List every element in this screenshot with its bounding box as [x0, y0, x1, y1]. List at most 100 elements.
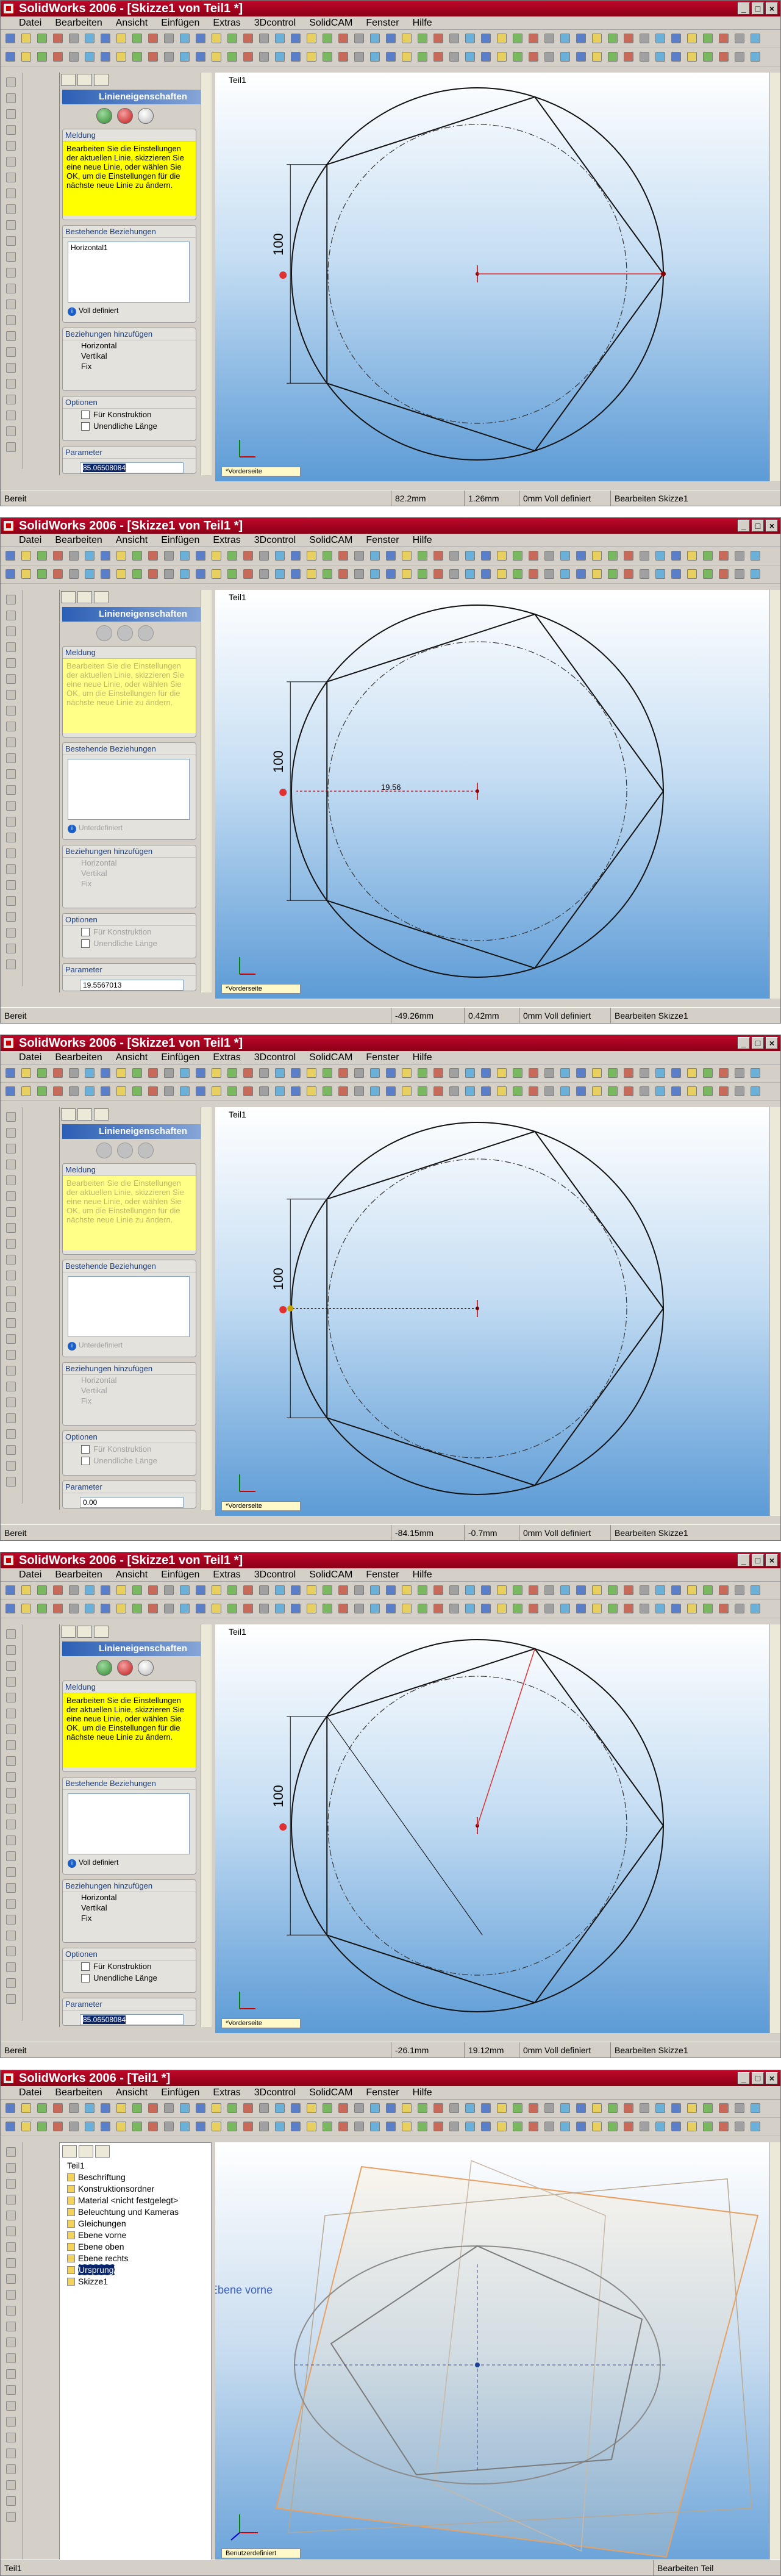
toolbar-tool-icon[interactable]: [624, 34, 633, 43]
toolbar-tool-icon[interactable]: [735, 569, 744, 579]
toolbar-tool-icon[interactable]: [433, 1585, 443, 1595]
relations-list[interactable]: Horizontal1: [68, 242, 190, 303]
toolbar-tool-icon[interactable]: [85, 1068, 95, 1078]
toolbar-tool-icon[interactable]: [180, 2122, 190, 2131]
toolbar-tool-icon[interactable]: [703, 569, 713, 579]
toolbar-tool-icon[interactable]: [259, 551, 269, 561]
toolbar-tool-icon[interactable]: [196, 1585, 205, 1595]
toolbar-tool-icon[interactable]: [259, 1604, 269, 1613]
view-tab[interactable]: Benutzerdefiniert: [221, 2549, 301, 2558]
sketch-tool-icon[interactable]: [6, 1915, 16, 1925]
toolbar-tool-icon[interactable]: [212, 2122, 221, 2131]
sketch-tool-icon[interactable]: [6, 1788, 16, 1798]
toolbar-tool-icon[interactable]: [85, 34, 95, 43]
toolbar-tool-icon[interactable]: [275, 1604, 285, 1613]
graphics-area[interactable]: Teil1 100 *Vorderseite: [215, 1624, 770, 2033]
sketch-tool-icon[interactable]: [6, 426, 16, 436]
toolbar-tool-icon[interactable]: [101, 551, 110, 561]
toolbar-tool-icon[interactable]: [21, 1585, 31, 1595]
sketch-tool-icon[interactable]: [6, 706, 16, 716]
toolbar-tool-icon[interactable]: [544, 2122, 554, 2131]
section-hinzufuegen-header[interactable]: Beziehungen hinzufügen: [63, 1880, 196, 1892]
toolbar-tool-icon[interactable]: [671, 551, 681, 561]
toolbar-tool-icon[interactable]: [719, 1086, 729, 1096]
toolbar-tool-icon[interactable]: [751, 1604, 760, 1613]
toolbar-tool-icon[interactable]: [180, 2103, 190, 2113]
toolbar-tool-icon[interactable]: [338, 1604, 348, 1613]
toolbar-tool-icon[interactable]: [386, 1086, 396, 1096]
sketch-tool-icon[interactable]: [6, 801, 16, 811]
toolbar-tool-icon[interactable]: [497, 1086, 507, 1096]
tab-configuration-manager[interactable]: [94, 74, 109, 86]
toolbar-tool-icon[interactable]: [291, 1604, 301, 1613]
menu-item-8[interactable]: Hilfe: [413, 18, 432, 29]
toolbar-tool-icon[interactable]: [719, 1585, 729, 1595]
toolbar-tool-icon[interactable]: [735, 1068, 744, 1078]
toolbar-tool-icon[interactable]: [291, 2122, 301, 2131]
toolbar-tool-icon[interactable]: [243, 551, 253, 561]
toolbar-tool-icon[interactable]: [243, 1068, 253, 1078]
toolbar-tool-icon[interactable]: [576, 2103, 586, 2113]
menu-item-3[interactable]: Einfügen: [161, 18, 199, 29]
close-button[interactable]: ×: [766, 2072, 778, 2084]
toolbar-tool-icon[interactable]: [338, 2103, 348, 2113]
toolbar-tool-icon[interactable]: [243, 2103, 253, 2113]
toolbar-tool-icon[interactable]: [529, 2122, 538, 2131]
toolbar-tool-icon[interactable]: [101, 52, 110, 62]
toolbar-tool-icon[interactable]: [402, 1585, 412, 1595]
section-hinzufuegen-header[interactable]: Beziehungen hinzufügen: [63, 845, 196, 858]
toolbar-tool-icon[interactable]: [386, 1604, 396, 1613]
sketch-tool-icon[interactable]: [6, 2258, 16, 2268]
menu-item-8[interactable]: Hilfe: [413, 1570, 432, 1580]
toolbar-tool-icon[interactable]: [560, 569, 570, 579]
toolbar-tool-icon[interactable]: [164, 1604, 174, 1613]
toolbar-tool-icon[interactable]: [624, 1068, 633, 1078]
toolbar-tool-icon[interactable]: [576, 1585, 586, 1595]
add-fix[interactable]: Fix: [63, 1396, 196, 1406]
toolbar-tool-icon[interactable]: [291, 52, 301, 62]
toolbar-tool-icon[interactable]: [449, 551, 459, 561]
toolbar-tool-icon[interactable]: [370, 1585, 380, 1595]
toolbar-tool-icon[interactable]: [291, 551, 301, 561]
toolbar-tool-icon[interactable]: [227, 52, 237, 62]
toolbar-tool-icon[interactable]: [164, 551, 174, 561]
origin-point[interactable]: [475, 2363, 480, 2367]
tree-item[interactable]: Beleuchtung und Kameras: [60, 2206, 211, 2218]
toolbar-tool-icon[interactable]: [164, 2103, 174, 2113]
add-vertical[interactable]: Vertikal: [63, 1385, 196, 1396]
toolbar-tool-icon[interactable]: [544, 551, 554, 561]
toolbar-tool-icon[interactable]: [402, 2122, 412, 2131]
toolbar-tool-icon[interactable]: [148, 1068, 158, 1078]
toolbar-tool-icon[interactable]: [386, 551, 396, 561]
section-meldung-header[interactable]: Meldung: [63, 647, 196, 659]
toolbar-tool-icon[interactable]: [116, 1068, 126, 1078]
toolbar-tool-icon[interactable]: [69, 1068, 79, 1078]
toolbar-tool-icon[interactable]: [608, 52, 618, 62]
toolbar-tool-icon[interactable]: [433, 569, 443, 579]
sketch-tool-icon[interactable]: [6, 1477, 16, 1487]
toolbar-tool-icon[interactable]: [85, 569, 95, 579]
tree-item[interactable]: Ebene rechts: [60, 2253, 211, 2264]
toolbar-tool-icon[interactable]: [544, 569, 554, 579]
toolbar-tool-icon[interactable]: [671, 34, 681, 43]
toolbar-tool-icon[interactable]: [212, 52, 221, 62]
toolbar-tool-icon[interactable]: [481, 2122, 491, 2131]
toolbar-tool-icon[interactable]: [116, 2122, 126, 2131]
toolbar-tool-icon[interactable]: [85, 1604, 95, 1613]
toolbar-tool-icon[interactable]: [402, 34, 412, 43]
add-fix[interactable]: Fix: [63, 878, 196, 889]
toolbar-tool-icon[interactable]: [338, 1086, 348, 1096]
toolbar-tool-icon[interactable]: [132, 569, 142, 579]
toolbar-tool-icon[interactable]: [5, 2103, 15, 2113]
toolbar-tool-icon[interactable]: [513, 1604, 522, 1613]
toolbar-tool-icon[interactable]: [497, 2103, 507, 2113]
toolbar-tool-icon[interactable]: [687, 1068, 697, 1078]
ok-button[interactable]: [96, 1143, 112, 1158]
section-parameter-header[interactable]: Parameter: [63, 1998, 196, 2011]
menu-item-4[interactable]: Extras: [213, 535, 240, 546]
sketch-tool-icon[interactable]: [6, 2195, 16, 2205]
infinite-checkbox[interactable]: [81, 1973, 90, 1982]
toolbar-tool-icon[interactable]: [449, 1585, 459, 1595]
tab-feature-manager[interactable]: [61, 1108, 76, 1121]
toolbar-tool-icon[interactable]: [418, 551, 427, 561]
